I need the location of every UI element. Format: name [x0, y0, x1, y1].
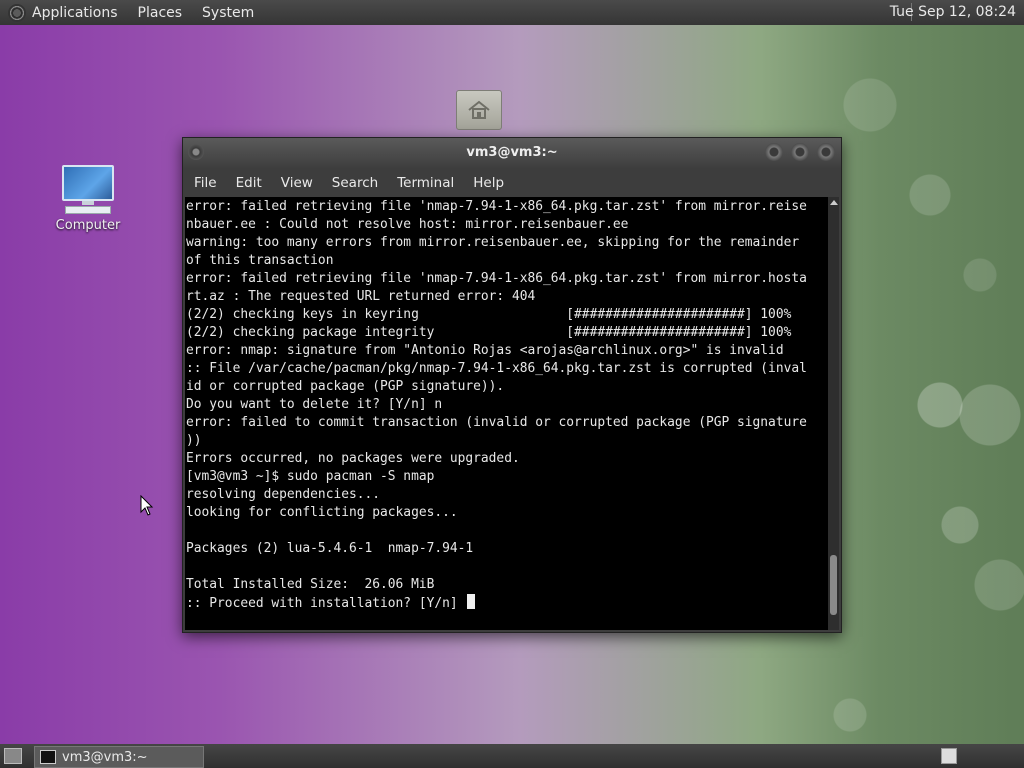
- terminal-output[interactable]: error: failed retrieving file 'nmap-7.94…: [185, 197, 828, 630]
- prompt-text: :: Proceed with installation? [Y/n]: [186, 596, 466, 611]
- terminal-lines: error: failed retrieving file 'nmap-7.94…: [185, 197, 828, 612]
- home-folder-icon[interactable]: [456, 90, 502, 130]
- menu-edit[interactable]: Edit: [236, 175, 262, 191]
- scrollbar[interactable]: [828, 197, 839, 630]
- prompt-line: :: Proceed with installation? [Y/n]: [185, 594, 828, 613]
- keyboard-graphic: [65, 206, 111, 214]
- terminal-line: (2/2) checking package integrity [######…: [186, 325, 792, 340]
- terminal-line: [vm3@vm3 ~]$ sudo pacman -S nmap: [186, 469, 435, 484]
- taskbar-item-label: vm3@vm3:~: [62, 749, 148, 765]
- terminal-line: Total Installed Size: 26.06 MiB: [186, 577, 435, 592]
- text-cursor: [467, 594, 476, 609]
- menu-terminal[interactable]: Terminal: [397, 175, 454, 191]
- terminal-line: nbauer.ee : Could not resolve host: mirr…: [186, 217, 629, 232]
- terminal-line: Do you want to delete it? [Y/n] n: [186, 397, 443, 412]
- workspace-switcher[interactable]: [941, 748, 957, 764]
- menu-view[interactable]: View: [281, 175, 313, 191]
- desktop-icon-computer[interactable]: Computer: [52, 165, 124, 233]
- terminal-line: rt.az : The requested URL returned error…: [186, 289, 536, 304]
- terminal-line: resolving dependencies...: [186, 487, 381, 502]
- menu-file[interactable]: File: [194, 175, 217, 191]
- terminal-line: looking for conflicting packages...: [186, 505, 458, 520]
- scrollbar-thumb[interactable]: [830, 555, 837, 615]
- maximize-icon[interactable]: [791, 143, 809, 161]
- top-panel: Applications Places System Tue Sep 12, 0…: [0, 0, 1024, 25]
- terminal-line: :: File /var/cache/pacman/pkg/nmap-7.94-…: [186, 361, 807, 376]
- system-menu[interactable]: System: [202, 5, 254, 21]
- window-title: vm3@vm3:~: [466, 145, 558, 160]
- house-icon: [468, 100, 490, 119]
- applications-menu[interactable]: Applications: [32, 5, 118, 21]
- taskbar-item-terminal[interactable]: vm3@vm3:~: [34, 746, 204, 768]
- minimize-icon[interactable]: [765, 143, 783, 161]
- terminal-line: of this transaction: [186, 253, 334, 268]
- terminal-line: Errors occurred, no packages were upgrad…: [186, 451, 520, 466]
- terminal-line: warning: too many errors from mirror.rei…: [186, 235, 800, 250]
- show-desktop-icon[interactable]: [4, 748, 22, 764]
- terminal-icon: [40, 750, 56, 764]
- terminal-line: error: failed to commit transaction (inv…: [186, 415, 807, 430]
- terminal-line: Packages (2) lua-5.4.6-1 nmap-7.94-1: [186, 541, 474, 556]
- terminal-line: )): [186, 433, 202, 448]
- window-menu-icon[interactable]: [188, 144, 204, 160]
- places-menu[interactable]: Places: [138, 5, 183, 21]
- bottom-panel: vm3@vm3:~: [0, 744, 1024, 768]
- terminal-line: error: failed retrieving file 'nmap-7.94…: [186, 199, 807, 214]
- menu-help[interactable]: Help: [473, 175, 504, 191]
- mouse-pointer-icon: [140, 495, 154, 516]
- desktop-icon-label: Computer: [55, 218, 121, 233]
- distro-logo-icon[interactable]: [8, 3, 26, 22]
- close-icon[interactable]: [817, 143, 835, 161]
- scroll-up-icon[interactable]: [830, 200, 838, 205]
- clock[interactable]: Tue Sep 12, 08:24: [890, 4, 1016, 20]
- window-titlebar[interactable]: vm3@vm3:~: [183, 138, 841, 168]
- terminal-line: error: failed retrieving file 'nmap-7.94…: [186, 271, 807, 286]
- terminal-line: (2/2) checking keys in keyring [########…: [186, 307, 792, 322]
- computer-icon: [62, 165, 114, 201]
- terminal-line: id or corrupted package (PGP signature))…: [186, 379, 505, 394]
- monitor-stand: [82, 201, 94, 205]
- menu-search[interactable]: Search: [332, 175, 378, 191]
- terminal-menubar: File Edit View Search Terminal Help: [183, 168, 841, 197]
- terminal-window[interactable]: vm3@vm3:~ File Edit View Search Terminal…: [182, 137, 842, 633]
- terminal-line: error: nmap: signature from "Antonio Roj…: [186, 343, 784, 358]
